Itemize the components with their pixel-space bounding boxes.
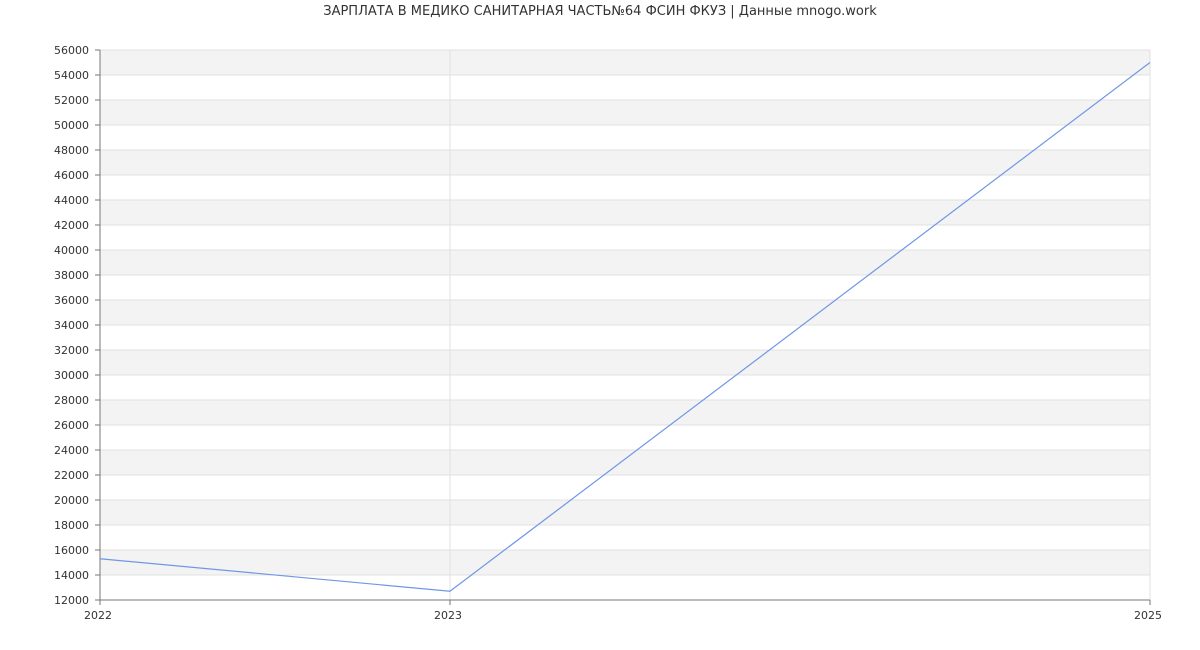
- y-tick-label: 44000: [54, 194, 89, 207]
- y-tick-label: 30000: [54, 369, 89, 382]
- grid-band: [100, 300, 1150, 325]
- y-tick-label: 28000: [54, 394, 89, 407]
- grid-band: [100, 125, 1150, 150]
- grid-band: [100, 150, 1150, 175]
- x-tick-label: 2023: [434, 609, 462, 622]
- grid-band: [100, 325, 1150, 350]
- y-tick-label: 52000: [54, 94, 89, 107]
- y-tick-label: 50000: [54, 119, 89, 132]
- grid-band: [100, 550, 1150, 575]
- grid-band: [100, 450, 1150, 475]
- y-tick-label: 20000: [54, 494, 89, 507]
- x-axis-tick-labels: 2022 2023 2025: [84, 609, 1162, 622]
- y-tick-label: 14000: [54, 569, 89, 582]
- grid-band: [100, 175, 1150, 200]
- y-tick-label: 26000: [54, 419, 89, 432]
- x-tick-label: 2025: [1134, 609, 1162, 622]
- grid-band: [100, 425, 1150, 450]
- grid-band: [100, 375, 1150, 400]
- y-tick-label: 22000: [54, 469, 89, 482]
- grid-band: [100, 200, 1150, 225]
- grid-band: [100, 275, 1150, 300]
- grid-band: [100, 475, 1150, 500]
- y-tick-label: 32000: [54, 344, 89, 357]
- grid-band: [100, 75, 1150, 100]
- grid-band: [100, 500, 1150, 525]
- grid-band: [100, 100, 1150, 125]
- y-tick-label: 38000: [54, 269, 89, 282]
- grid-band: [100, 525, 1150, 550]
- y-tick-label: 24000: [54, 444, 89, 457]
- x-tick-label: 2022: [84, 609, 112, 622]
- y-tick-label: 34000: [54, 319, 89, 332]
- y-axis-tick-labels: 12000 14000 16000 18000 20000 22000 24000 26000…: [54, 44, 89, 607]
- chart-canvas: 12000 14000 16000 18000 20000 22000 24000 26000…: [54, 44, 1162, 622]
- grid-band: [100, 350, 1150, 375]
- y-tick-label: 18000: [54, 519, 89, 532]
- y-tick-label: 40000: [54, 244, 89, 257]
- y-tick-label: 54000: [54, 69, 89, 82]
- y-tick-label: 56000: [54, 44, 89, 57]
- grid-band: [100, 575, 1150, 600]
- y-tick-label: 46000: [54, 169, 89, 182]
- grid-band: [100, 50, 1150, 75]
- grid-band: [100, 400, 1150, 425]
- y-tick-label: 42000: [54, 219, 89, 232]
- y-tick-label: 36000: [54, 294, 89, 307]
- grid-band: [100, 250, 1150, 275]
- y-tick-label: 48000: [54, 144, 89, 157]
- grid-band: [100, 225, 1150, 250]
- salary-chart: ЗАРПЛАТА В МЕДИКО САНИТАРНАЯ ЧАСТЬ№64 ФС…: [0, 0, 1200, 650]
- y-tick-label: 12000: [54, 594, 89, 607]
- y-tick-label: 16000: [54, 544, 89, 557]
